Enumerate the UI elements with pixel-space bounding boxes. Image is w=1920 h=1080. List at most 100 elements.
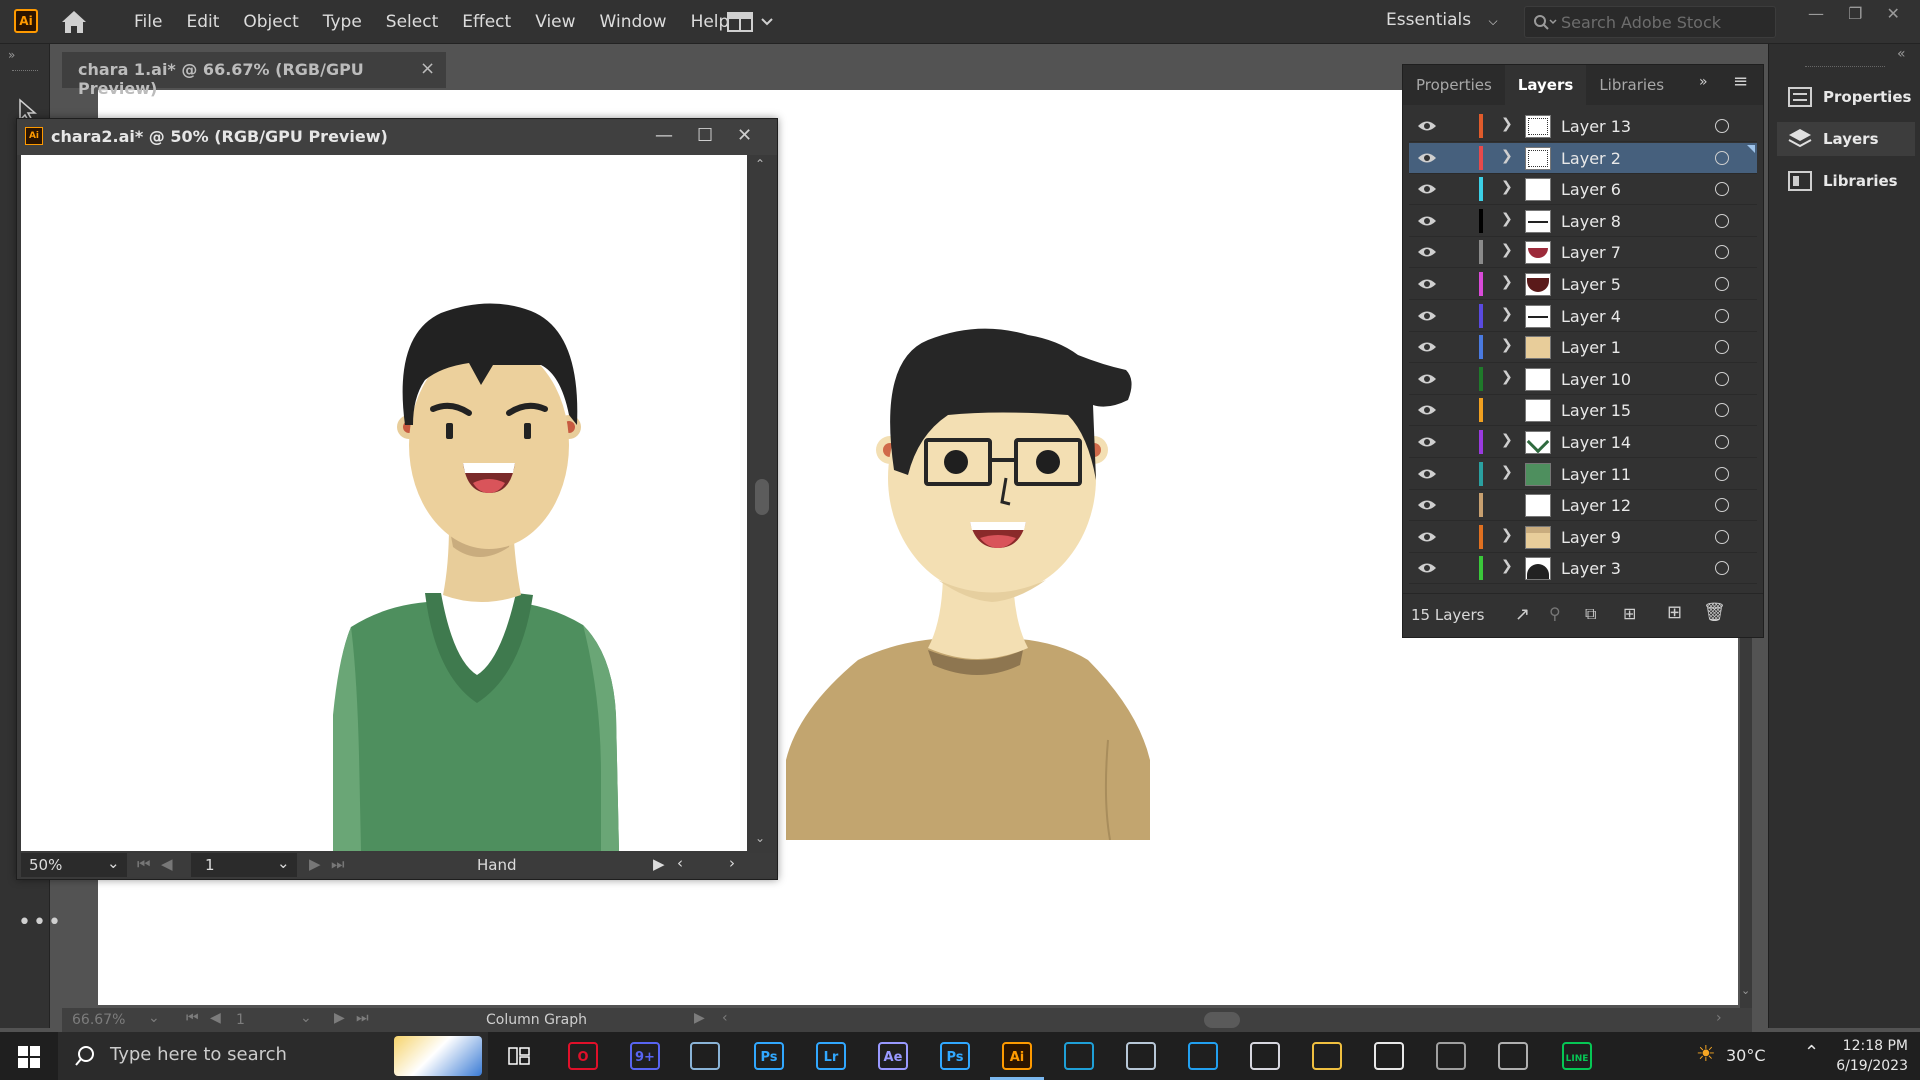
layer-name[interactable]: Layer 9 [1561, 528, 1621, 547]
menu-view[interactable]: View [523, 0, 587, 44]
status-menu-icon[interactable]: ▶ [694, 1010, 705, 1026]
visibility-eye-icon[interactable] [1417, 530, 1437, 544]
expand-chevron-icon[interactable]: ❯ [1501, 148, 1513, 164]
floating-document-window[interactable]: Ai chara2.ai* @ 50% (RGB/GPU Preview) — … [16, 118, 778, 880]
close-tab-icon[interactable]: × [420, 58, 435, 79]
layer-target-icon[interactable] [1715, 435, 1729, 449]
photoshop-1-taskbar-icon[interactable]: Ps [754, 1042, 784, 1070]
visibility-eye-icon[interactable] [1417, 214, 1437, 228]
layer-row[interactable]: Layer 12 [1409, 490, 1757, 522]
layer-name[interactable]: Layer 10 [1561, 370, 1631, 389]
visibility-eye-icon[interactable] [1417, 182, 1437, 196]
menu-edit[interactable]: Edit [174, 0, 231, 44]
layer-row[interactable]: ❯ Layer 6 [1409, 174, 1757, 206]
last-artboard-icon[interactable]: ⏭ [331, 855, 345, 873]
workspace-switcher[interactable]: Essentials ⌵ [1386, 10, 1498, 30]
layer-name[interactable]: Layer 12 [1561, 496, 1631, 515]
scroll-left-icon[interactable]: ‹ [677, 854, 683, 872]
delete-layer-icon[interactable]: 🗑 [1703, 602, 1726, 623]
app-gray-2-taskbar-icon[interactable] [1498, 1042, 1528, 1070]
menu-object[interactable]: Object [231, 0, 310, 44]
visibility-eye-icon[interactable] [1417, 151, 1437, 165]
zoom-field[interactable]: 50% ⌄ [21, 853, 127, 877]
visibility-eye-icon[interactable] [1417, 372, 1437, 386]
scroll-left-icon[interactable]: ‹ [722, 1010, 728, 1026]
maximize-icon[interactable]: ☐ [697, 125, 713, 146]
steam-taskbar-icon[interactable] [1126, 1042, 1156, 1070]
taskbar-search-box[interactable]: Type here to search [58, 1032, 488, 1080]
layer-target-icon[interactable] [1715, 308, 1729, 323]
layer-target-icon[interactable] [1715, 245, 1729, 260]
stock-search-input[interactable]: Search Adobe Stock [1524, 6, 1776, 38]
layer-target-icon[interactable] [1715, 561, 1729, 576]
expand-chevron-icon[interactable]: ❯ [1501, 116, 1513, 132]
expand-chevron-icon[interactable]: ❯ [1501, 211, 1513, 227]
layer-row[interactable]: ❯ Layer 1 [1409, 332, 1757, 364]
arrange-documents-icon[interactable] [726, 10, 782, 34]
artboard-number-field[interactable]: 1 ⌄ [191, 853, 297, 877]
vertical-scroll-thumb[interactable] [755, 479, 769, 515]
layer-row[interactable]: ❯ Layer 4 [1409, 301, 1757, 332]
layer-row[interactable]: Layer 15 [1409, 395, 1757, 427]
windows-start-icon[interactable] [18, 1046, 40, 1068]
chevron-down-icon[interactable]: ⌄ [148, 1010, 160, 1026]
restore-icon[interactable]: ❐ [1848, 4, 1862, 32]
scroll-down-icon[interactable]: ⌄ [755, 831, 765, 845]
document-tab-chara1[interactable]: chara 1.ai* @ 66.67% (RGB/GPU Preview) × [62, 52, 446, 98]
scroll-right-icon[interactable]: › [729, 854, 735, 872]
chevron-up-icon[interactable]: ⌃ [1804, 1042, 1819, 1063]
character-illustration-glasses[interactable] [758, 240, 1178, 840]
next-artboard-icon[interactable]: ▶ [334, 1010, 345, 1026]
last-artboard-icon[interactable]: ⏭ [356, 1010, 369, 1026]
layer-row[interactable]: ❯ Layer 10 [1409, 364, 1757, 395]
expand-chevron-icon[interactable]: ❯ [1501, 369, 1513, 385]
layer-target-icon[interactable] [1715, 340, 1729, 355]
layer-target-icon[interactable] [1715, 403, 1729, 418]
visibility-eye-icon[interactable] [1417, 277, 1437, 291]
prev-artboard-icon[interactable]: ◀ [161, 855, 173, 873]
tab-properties[interactable]: Properties [1403, 65, 1505, 105]
edge-taskbar-icon[interactable] [1064, 1042, 1094, 1070]
expand-chevron-icon[interactable]: ❯ [1501, 527, 1513, 543]
layer-row[interactable]: ❯ Layer 9 [1409, 522, 1757, 553]
layer-target-icon[interactable] [1715, 277, 1729, 291]
vscode-taskbar-icon[interactable] [1188, 1042, 1218, 1070]
tab-layers[interactable]: Layers [1504, 65, 1587, 105]
chevron-down-icon[interactable]: ⌄ [300, 1010, 312, 1026]
layer-name[interactable]: Layer 3 [1561, 559, 1621, 578]
status-menu-icon[interactable]: ▶ [653, 855, 665, 873]
horizontal-scroll-thumb[interactable] [1204, 1012, 1240, 1028]
visibility-eye-icon[interactable] [1417, 403, 1437, 417]
visibility-eye-icon[interactable] [1417, 435, 1437, 449]
after-effects-taskbar-icon[interactable]: Ae [878, 1042, 908, 1070]
dock-layers[interactable]: Layers [1777, 122, 1915, 156]
panel-menu-icon[interactable]: ≡ [1733, 71, 1748, 92]
dock-properties[interactable]: Properties [1777, 80, 1915, 114]
task-view-icon[interactable] [508, 1046, 530, 1066]
photoshop-2-taskbar-icon[interactable]: Ps [940, 1042, 970, 1070]
layer-row[interactable]: ❯ Layer 7 [1409, 237, 1757, 269]
whatsapp-taskbar-icon[interactable] [1374, 1042, 1404, 1070]
visibility-eye-icon[interactable] [1417, 467, 1437, 481]
collapse-panel-icon[interactable]: » [8, 48, 15, 62]
floating-vertical-scrollbar[interactable]: ⌃ ⌄ [749, 155, 775, 851]
minimize-icon[interactable]: — [655, 125, 673, 146]
collapse-dock-icon[interactable]: « [1897, 46, 1906, 62]
expand-chevron-icon[interactable]: ❯ [1501, 179, 1513, 195]
layer-target-icon[interactable] [1715, 466, 1729, 481]
home-icon[interactable] [58, 8, 90, 36]
menu-window[interactable]: Window [588, 0, 679, 44]
locate-object-icon[interactable]: ⚲ [1549, 604, 1561, 623]
layer-name[interactable]: Layer 1 [1561, 338, 1621, 357]
layer-target-icon[interactable] [1715, 498, 1729, 513]
temperature[interactable]: 30°C [1726, 1046, 1766, 1065]
layer-row[interactable]: ❯ Layer 13 [1409, 111, 1757, 142]
zoom-level[interactable]: 66.67% [72, 1012, 125, 1028]
menu-type[interactable]: Type [311, 0, 374, 44]
prev-artboard-icon[interactable]: ◀ [210, 1010, 221, 1026]
export-icon[interactable]: ↗ [1515, 604, 1530, 625]
layer-name[interactable]: Layer 13 [1561, 117, 1631, 136]
first-artboard-icon[interactable]: ⏮ [137, 855, 151, 873]
line-taskbar-icon[interactable]: LINE [1562, 1042, 1592, 1070]
floating-artboard[interactable] [21, 155, 747, 851]
